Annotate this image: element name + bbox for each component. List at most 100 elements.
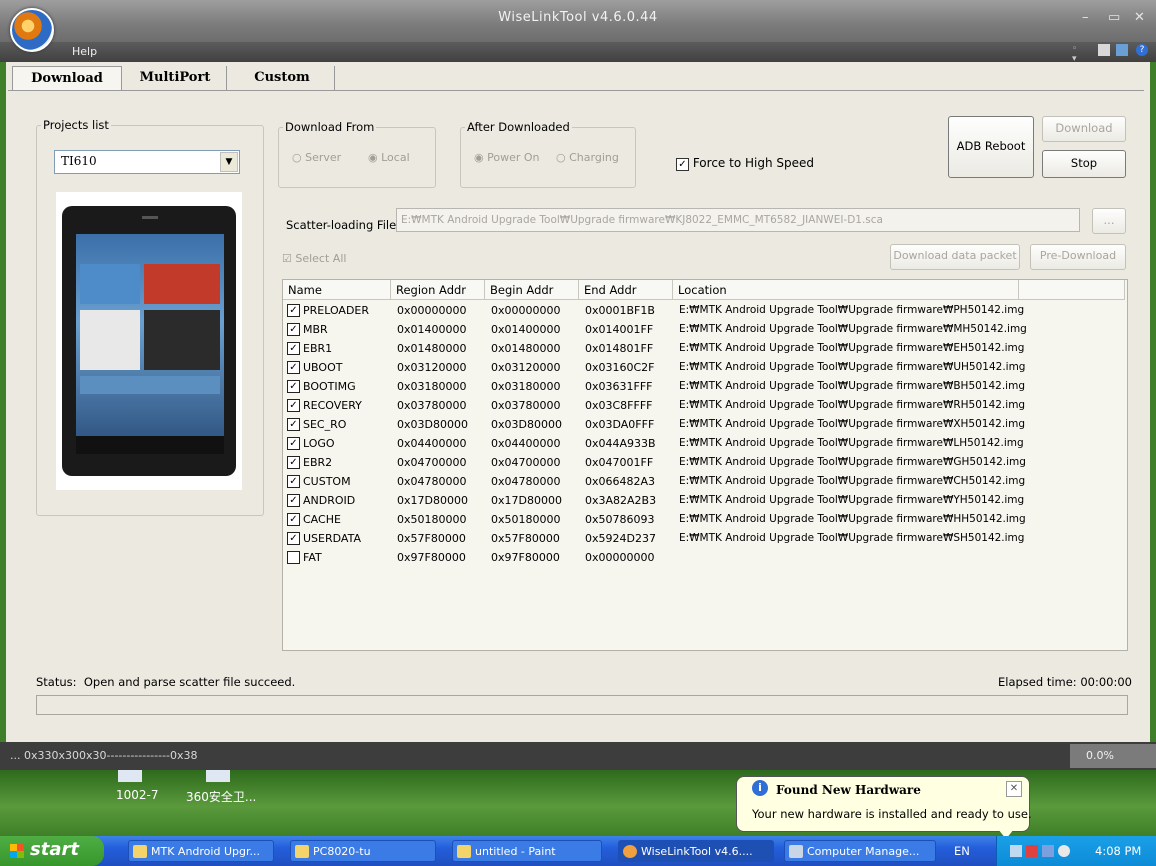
help-icon[interactable]: ? bbox=[1136, 44, 1148, 56]
balloon-title: Found New Hardware bbox=[776, 783, 921, 797]
table-row[interactable]: ✓ LOGO 0x04400000 0x04400000 0x044A933B E:₩MT… bbox=[283, 435, 1125, 454]
download-data-packet-button[interactable]: Download data packet bbox=[890, 244, 1020, 270]
checkbox-checked-icon[interactable]: ✓ bbox=[287, 323, 300, 336]
col-header-name[interactable]: Name bbox=[283, 280, 391, 300]
cell-location: E:₩MTK Android Upgrade Tool₩Upgrade firm… bbox=[679, 418, 1025, 430]
cell-begin-addr: 0x03780000 bbox=[491, 399, 561, 412]
checkbox-unchecked-icon[interactable] bbox=[287, 551, 300, 564]
taskbar-item-label: MTK Android Upgr... bbox=[151, 845, 260, 858]
checkbox-checked-icon[interactable]: ✓ bbox=[287, 418, 300, 431]
checkbox-checked-icon[interactable]: ✓ bbox=[287, 437, 300, 450]
checkbox-checked-icon[interactable]: ✓ bbox=[287, 475, 300, 488]
cell-end-addr: 0x0001BF1B bbox=[585, 304, 655, 317]
desktop-icon[interactable] bbox=[118, 770, 142, 782]
cell-begin-addr: 0x03D80000 bbox=[491, 418, 562, 431]
clock: 4:08 PM bbox=[1095, 844, 1142, 858]
checkbox-checked-icon[interactable]: ✓ bbox=[287, 494, 300, 507]
force-high-speed-checkbox[interactable]: ✓ Force to High Speed bbox=[676, 156, 814, 171]
checkbox-checked-icon[interactable]: ✓ bbox=[287, 342, 300, 355]
radio-charging-label: Charging bbox=[569, 151, 619, 164]
browse-button[interactable]: ... bbox=[1092, 208, 1126, 234]
network-icon[interactable] bbox=[1010, 845, 1022, 857]
tab-download[interactable]: Download bbox=[12, 66, 122, 91]
col-header-region[interactable]: Region Addr bbox=[391, 280, 485, 300]
security-icon[interactable] bbox=[1026, 845, 1038, 857]
cell-begin-addr: 0x04400000 bbox=[491, 437, 561, 450]
scatter-file-input[interactable]: E:₩MTK Android Upgrade Tool₩Upgrade firm… bbox=[396, 208, 1080, 232]
table-row[interactable]: ✓ CACHE 0x50180000 0x50180000 0x50786093 E:₩M… bbox=[283, 511, 1125, 530]
language-indicator[interactable]: EN bbox=[954, 844, 970, 858]
checkbox-checked-icon[interactable]: ✓ bbox=[287, 399, 300, 412]
cell-begin-addr: 0x17D80000 bbox=[491, 494, 562, 507]
tab-custom[interactable]: Custom bbox=[230, 66, 335, 90]
dropdown-icon[interactable]: ◦ ▾ bbox=[1072, 44, 1084, 64]
radio-server[interactable]: ○ Server bbox=[292, 151, 341, 164]
radio-power-on[interactable]: ◉ Power On bbox=[474, 151, 540, 164]
close-icon[interactable]: ✕ bbox=[1006, 781, 1022, 797]
save-icon[interactable] bbox=[1098, 44, 1110, 56]
project-select[interactable]: TI610 ▼ bbox=[54, 150, 240, 174]
taskbar-item-label: untitled - Paint bbox=[475, 845, 556, 858]
cell-end-addr: 0x066482A3 bbox=[585, 475, 656, 488]
project-select-value: TI610 bbox=[61, 154, 97, 168]
maximize-icon[interactable]: ▭ bbox=[1108, 10, 1120, 25]
taskbar-item[interactable]: untitled - Paint bbox=[452, 840, 602, 862]
table-row[interactable]: ✓ ANDROID 0x17D80000 0x17D80000 0x3A82A2B3 E:… bbox=[283, 492, 1125, 511]
cell-region-addr: 0x50180000 bbox=[397, 513, 467, 526]
table-row[interactable]: ✓ EBR2 0x04700000 0x04700000 0x047001FF E:₩MT… bbox=[283, 454, 1125, 473]
taskbar-item[interactable]: PC8020-tu bbox=[290, 840, 436, 862]
radio-charging[interactable]: ○ Charging bbox=[556, 151, 619, 164]
cell-region-addr: 0x03180000 bbox=[397, 380, 467, 393]
desktop-icon[interactable] bbox=[206, 770, 230, 782]
close-icon[interactable]: ✕ bbox=[1134, 10, 1145, 25]
desktop-icon-label[interactable]: 360安全卫... bbox=[186, 788, 256, 805]
table-row[interactable]: ✓ BOOTIMG 0x03180000 0x03180000 0x03631FFF E:… bbox=[283, 378, 1125, 397]
table-row[interactable]: ✓ MBR 0x01400000 0x01400000 0x014001FF E:₩MTK… bbox=[283, 321, 1125, 340]
col-header-location[interactable]: Location bbox=[673, 280, 1019, 300]
chevron-down-icon[interactable]: ▼ bbox=[220, 152, 238, 172]
table-row[interactable]: ✓ UBOOT 0x03120000 0x03120000 0x03160C2F E:₩M… bbox=[283, 359, 1125, 378]
cell-location: E:₩MTK Android Upgrade Tool₩Upgrade firm… bbox=[679, 475, 1026, 487]
cell-region-addr: 0x00000000 bbox=[397, 304, 467, 317]
taskbar-item[interactable]: Computer Manage... bbox=[784, 840, 936, 862]
tray-icons[interactable] bbox=[1010, 844, 1070, 858]
checkbox-checked-icon[interactable]: ✓ bbox=[287, 456, 300, 469]
cell-end-addr: 0x50786093 bbox=[585, 513, 655, 526]
checkbox-checked-icon[interactable]: ✓ bbox=[287, 513, 300, 526]
table-row[interactable]: ✓ USERDATA 0x57F80000 0x57F80000 0x5924D237 E… bbox=[283, 530, 1125, 549]
stop-button[interactable]: Stop bbox=[1042, 150, 1126, 178]
table-row[interactable]: ✓ PRELOADER 0x00000000 0x00000000 0x0001BF1B… bbox=[283, 302, 1125, 321]
cell-begin-addr: 0x00000000 bbox=[491, 304, 561, 317]
minimize-icon[interactable]: – bbox=[1082, 10, 1089, 25]
checkbox-checked-icon[interactable]: ✓ bbox=[287, 361, 300, 374]
cell-end-addr: 0x03DA0FFF bbox=[585, 418, 655, 431]
volume-icon[interactable] bbox=[1058, 845, 1070, 857]
checkbox-checked-icon[interactable]: ✓ bbox=[287, 304, 300, 317]
table-row[interactable]: ✓ RECOVERY 0x03780000 0x03780000 0x03C8FFFF E… bbox=[283, 397, 1125, 416]
desktop-icon-label[interactable]: 1002-7 bbox=[116, 788, 159, 802]
pre-download-button[interactable]: Pre-Download bbox=[1030, 244, 1126, 270]
tab-multiport[interactable]: MultiPort bbox=[124, 66, 227, 90]
hardware-icon[interactable] bbox=[1042, 845, 1054, 857]
col-header-end[interactable]: End Addr bbox=[579, 280, 673, 300]
select-all-checkbox[interactable]: ☑ Select All bbox=[282, 252, 346, 265]
taskbar-item-label: WiseLinkTool v4.6.... bbox=[641, 845, 753, 858]
menu-help[interactable]: Help bbox=[72, 45, 97, 58]
checkbox-checked-icon[interactable]: ✓ bbox=[287, 532, 300, 545]
adb-reboot-button[interactable]: ADB Reboot bbox=[948, 116, 1034, 178]
start-button[interactable]: start bbox=[0, 836, 104, 866]
radio-local[interactable]: ◉ Local bbox=[368, 151, 410, 164]
checkbox-checked-icon[interactable]: ✓ bbox=[287, 380, 300, 393]
table-row[interactable]: ✓ EBR1 0x01480000 0x01480000 0x014801FF E:₩MT… bbox=[283, 340, 1125, 359]
table-row[interactable]: ✓ CUSTOM 0x04780000 0x04780000 0x066482A3 E:₩… bbox=[283, 473, 1125, 492]
download-button[interactable]: Download bbox=[1042, 116, 1126, 142]
table-row[interactable]: ✓ SEC_RO 0x03D80000 0x03D80000 0x03DA0FFF E:₩… bbox=[283, 416, 1125, 435]
app-logo-icon[interactable] bbox=[10, 8, 54, 52]
settings-icon[interactable] bbox=[1116, 44, 1128, 56]
select-all-label: Select All bbox=[295, 252, 347, 265]
col-header-begin[interactable]: Begin Addr bbox=[485, 280, 579, 300]
taskbar-item-label: PC8020-tu bbox=[313, 845, 371, 858]
taskbar-item[interactable]: MTK Android Upgr... bbox=[128, 840, 274, 862]
table-row[interactable]: FAT 0x97F80000 0x97F80000 0x00000000 bbox=[283, 549, 1125, 568]
taskbar-item[interactable]: WiseLinkTool v4.6.... bbox=[618, 840, 774, 862]
